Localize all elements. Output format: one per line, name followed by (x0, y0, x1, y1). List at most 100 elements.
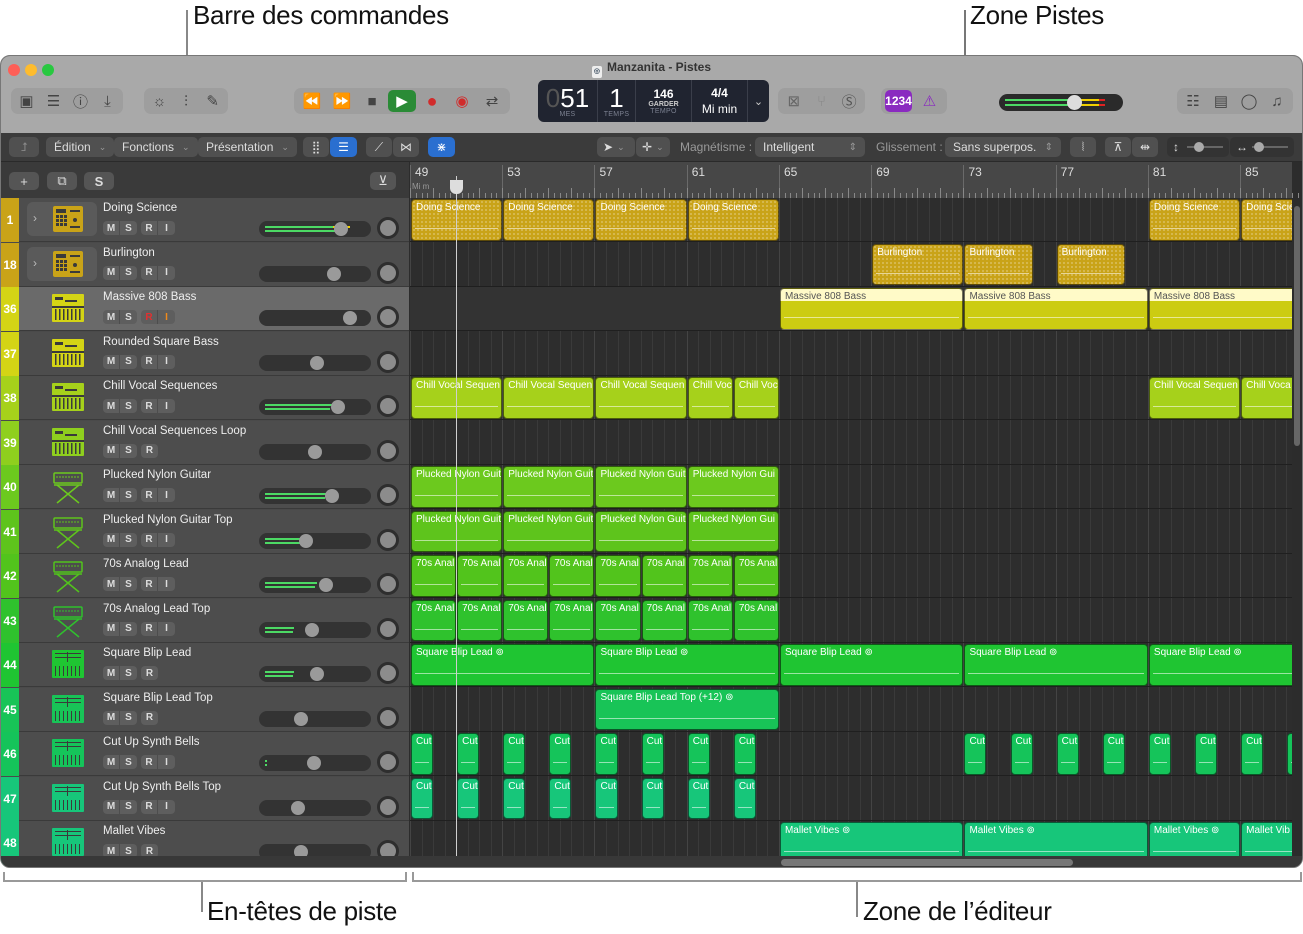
region[interactable]: Cut (1241, 733, 1264, 775)
track-name[interactable]: Mallet Vibes (103, 825, 165, 837)
mute-button[interactable]: M (103, 710, 120, 725)
solo-button[interactable]: S (120, 355, 137, 369)
pointer-tool-select[interactable]: ➤ ⌄ (597, 137, 635, 157)
track-header[interactable]: 42 70s Analog Lead M S R I (1, 554, 409, 598)
volume-fader-knob[interactable] (325, 489, 340, 503)
region[interactable]: Mallet Vibes ⊚ (1148, 822, 1241, 858)
solo-button[interactable]: S (120, 399, 137, 413)
solo-button[interactable]: S (120, 221, 137, 235)
mixer-icon[interactable]: ⫶ (175, 90, 198, 112)
input-monitor-button[interactable]: I (158, 310, 175, 324)
region[interactable]: Cut (549, 777, 572, 819)
region[interactable]: Cut (595, 777, 618, 819)
input-monitor-button[interactable]: I (158, 266, 175, 280)
library-icon[interactable]: ▣ (15, 90, 38, 112)
volume-fader[interactable] (259, 488, 371, 504)
region[interactable]: Chill Voca (1241, 377, 1292, 419)
notepad-icon[interactable]: ▤ (1209, 90, 1233, 112)
volume-fader[interactable] (259, 354, 371, 371)
volume-fader-knob[interactable] (326, 266, 341, 281)
pan-knob[interactable] (377, 217, 399, 239)
vertical-scrollbar[interactable] (1294, 206, 1300, 446)
region[interactable]: 70s Anal (687, 599, 733, 641)
solo-button[interactable]: S (120, 800, 137, 814)
mute-button[interactable]: M (103, 666, 120, 680)
record-enable-button[interactable]: R (141, 488, 158, 502)
region[interactable]: Plucked Nylon Guit (503, 466, 595, 508)
folder-stack[interactable]: › (27, 246, 97, 281)
region[interactable]: Chill Voc (733, 377, 779, 419)
tuner-icon[interactable]: ⑂ (810, 90, 834, 112)
count-in-button[interactable]: 1234 (885, 90, 912, 112)
record-enable-button[interactable]: R (141, 399, 158, 413)
region[interactable]: Cut (457, 777, 480, 819)
track-lane[interactable] (410, 243, 1292, 287)
menu-edition[interactable]: Édition ⌄ (46, 137, 115, 157)
mute-button[interactable]: M (103, 443, 120, 458)
lcd-dropdown-chevron-icon[interactable]: ⌄ (748, 80, 769, 122)
region[interactable]: Cut (457, 733, 480, 775)
region[interactable]: Massive 808 Bass (779, 288, 964, 330)
track-lane[interactable] (410, 777, 1292, 821)
volume-fader-knob[interactable] (310, 667, 324, 681)
track-header[interactable]: 39 Chill Vocal Sequences Loop M S R (1, 420, 409, 465)
record-enable-button[interactable]: R (141, 221, 158, 235)
automation-icon[interactable]: ⟋ (366, 137, 392, 157)
volume-fader[interactable] (259, 399, 371, 415)
track-view-icon[interactable]: ☰ (330, 137, 357, 157)
pan-knob[interactable] (377, 528, 399, 551)
region[interactable]: Cut (1056, 733, 1079, 775)
solo-button[interactable]: S (120, 488, 137, 502)
mute-button[interactable]: M (103, 399, 120, 413)
catch-playhead-icon[interactable]: ⋇ (428, 137, 455, 157)
region[interactable]: Mallet Vib (1241, 822, 1292, 858)
waveform-zoom-icon[interactable]: ⦚ (1070, 137, 1096, 157)
record-enable-button[interactable]: R (141, 755, 158, 769)
lcd-display[interactable]: 051 MES 1 TEMPS 146 GARDER TEMPO 4/4 Mi … (538, 80, 769, 122)
solo-button[interactable]: S (120, 577, 137, 591)
record-enable-button[interactable]: R (141, 310, 158, 324)
region[interactable]: 70s Anal (733, 555, 779, 597)
track-name[interactable]: Massive 808 Bass (103, 291, 196, 303)
region[interactable]: Cut (687, 733, 710, 775)
volume-fader-knob[interactable] (310, 355, 324, 370)
track-lane[interactable] (410, 421, 1292, 465)
pan-knob[interactable] (377, 395, 399, 417)
track-header[interactable]: 44 Square Blip Lead M S R (1, 643, 409, 687)
mute-button[interactable]: M (103, 488, 120, 502)
track-header[interactable]: 43 70s Analog Lead Top M S R I (1, 598, 409, 643)
volume-fader-knob[interactable] (298, 533, 313, 548)
track-lane[interactable] (410, 332, 1292, 376)
volume-fader-knob[interactable] (319, 578, 334, 592)
horizontal-zoom-slider[interactable]: ↔ (1230, 137, 1294, 157)
pan-knob[interactable] (377, 751, 399, 773)
mute-button[interactable]: M (103, 354, 120, 369)
region[interactable]: Square Blip Lead ⊚ (964, 644, 1148, 686)
record-button[interactable]: ● (418, 90, 446, 112)
region[interactable]: Cut (641, 733, 664, 775)
solo-button[interactable]: S (120, 622, 137, 636)
solo-button[interactable]: S (120, 711, 137, 725)
region[interactable]: Doing Science (1241, 199, 1292, 241)
region[interactable]: Cut (733, 777, 756, 819)
region[interactable]: Mallet Vibes ⊚ (779, 822, 964, 858)
region[interactable]: Cut (411, 733, 434, 775)
volume-fader-knob[interactable] (294, 711, 309, 726)
record-enable-button[interactable]: R (141, 621, 158, 636)
region[interactable]: 70s Anal (641, 555, 687, 597)
region[interactable]: Doing Science (1148, 199, 1241, 241)
region[interactable]: Cut (687, 777, 710, 819)
menu-presentation[interactable]: Présentation ⌄ (198, 137, 297, 157)
record-enable-button[interactable]: R (141, 666, 158, 680)
region[interactable]: 70s Anal (503, 599, 549, 641)
track-name[interactable]: Square Blip Lead (103, 647, 191, 659)
vertical-zoom-slider[interactable]: ↕ (1167, 137, 1229, 157)
region[interactable]: Doing Science (595, 199, 687, 241)
download-icon[interactable]: ⤓ (96, 90, 119, 112)
menu-fonctions[interactable]: Fonctions ⌄ (114, 137, 198, 157)
editor-pencil-icon[interactable]: ✎ (201, 90, 224, 112)
region[interactable]: 70s Anal (411, 599, 457, 641)
grid-view-icon[interactable]: ⣿ (303, 137, 329, 157)
record-enable-button[interactable]: R (141, 577, 158, 591)
volume-fader[interactable] (259, 755, 371, 771)
